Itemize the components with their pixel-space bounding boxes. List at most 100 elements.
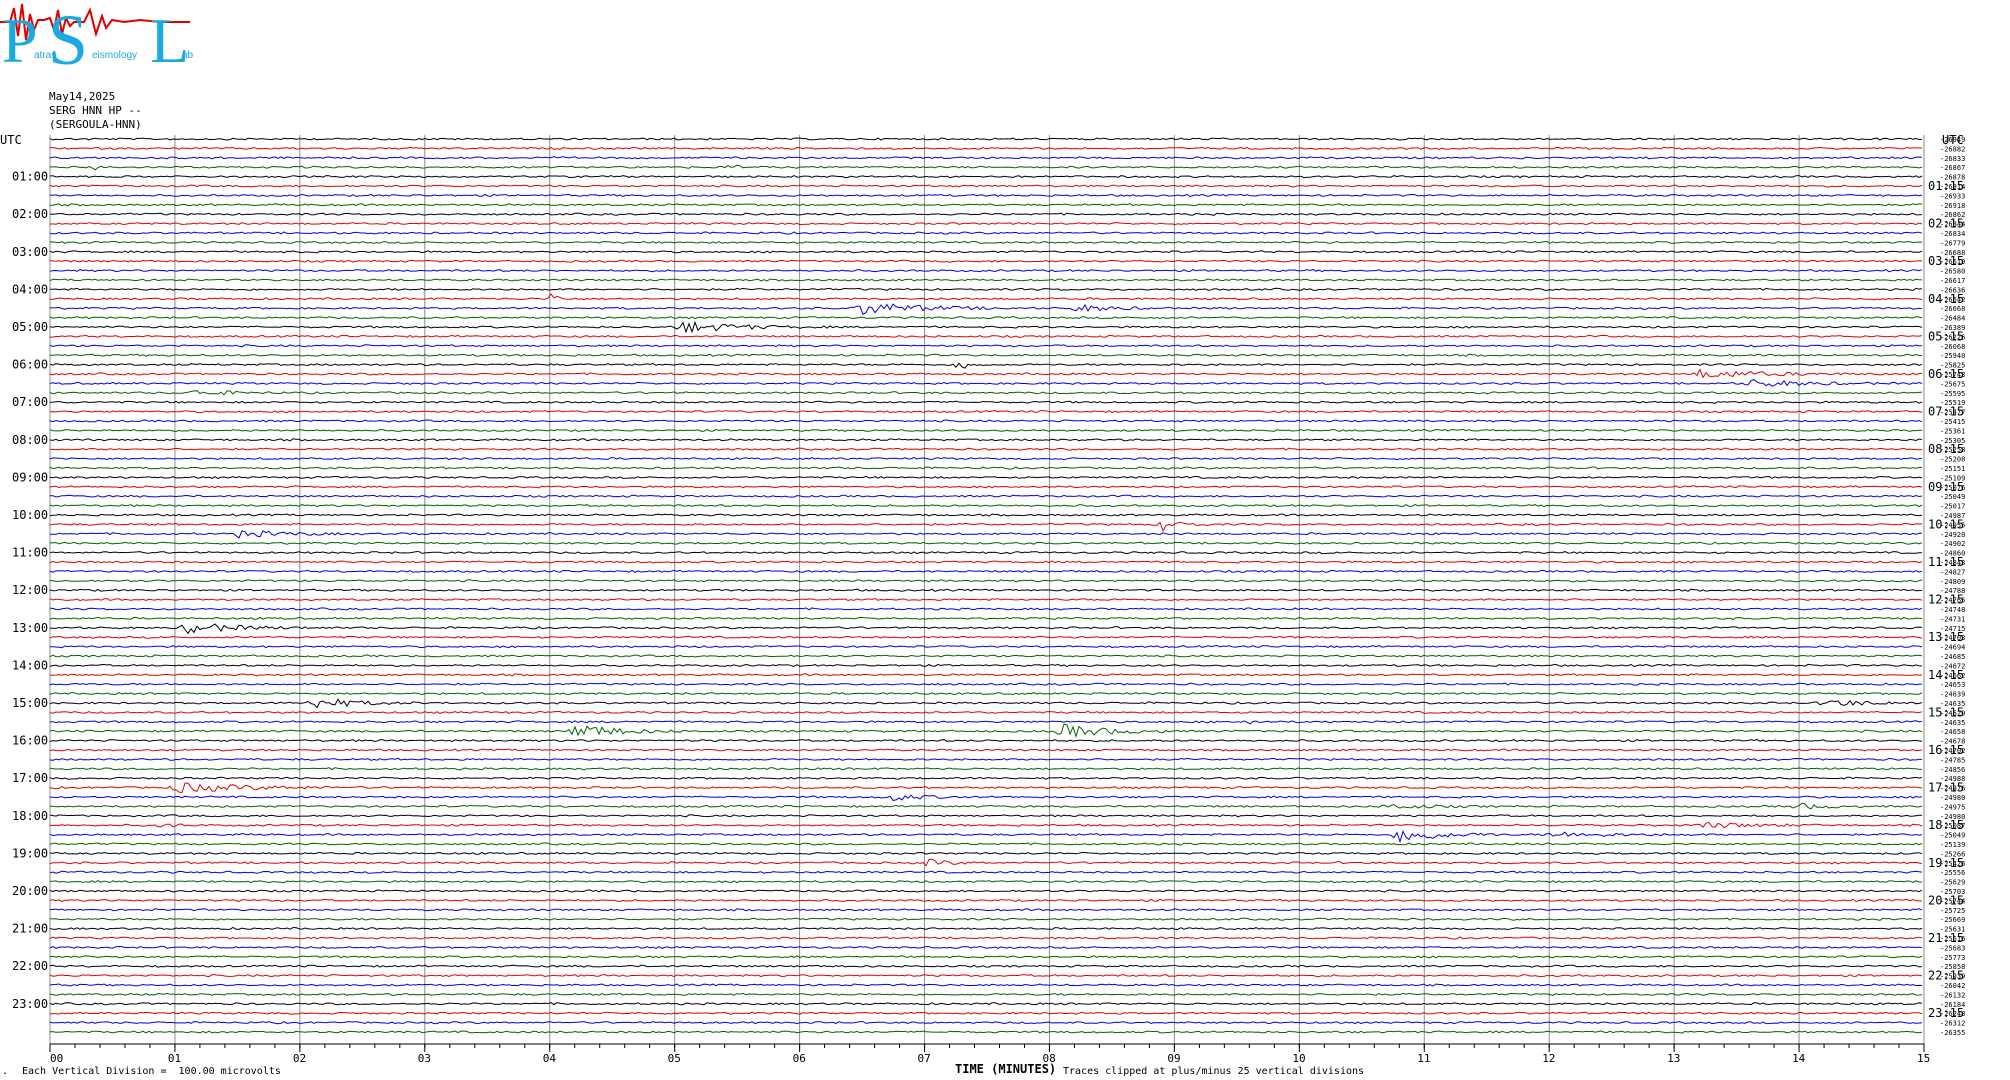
x-tick-label: 10 bbox=[1292, 1052, 1305, 1065]
trace-row bbox=[49, 485, 1923, 489]
trace-row bbox=[49, 992, 1923, 996]
row-offset-label: -24975 bbox=[1940, 803, 1965, 811]
trace-row bbox=[49, 710, 1923, 714]
trace-row bbox=[49, 964, 1923, 968]
row-offset-label: -24731 bbox=[1940, 615, 1965, 623]
trace-row bbox=[49, 814, 1923, 818]
trace-row bbox=[50, 494, 1923, 498]
row-offset-label: -26668 bbox=[1940, 305, 1965, 313]
row-offset-label: -24635 bbox=[1940, 719, 1965, 727]
left-hour-label: 04:00 bbox=[12, 282, 48, 296]
trace-row bbox=[50, 353, 1923, 357]
trace-row bbox=[49, 889, 1923, 893]
trace-row bbox=[50, 879, 1923, 884]
trace-row bbox=[49, 316, 1923, 320]
trace-row bbox=[49, 457, 1923, 461]
clip-note: Traces clipped at plus/minus 25 vertical… bbox=[1063, 1066, 1365, 1077]
trace-row bbox=[49, 240, 1923, 244]
trace-row bbox=[49, 390, 1923, 396]
right-hour-label: 19:15 bbox=[1928, 856, 1964, 870]
trace-row bbox=[49, 579, 1923, 583]
left-hour-label: 22:00 bbox=[12, 959, 48, 973]
row-offset-label: -25669 bbox=[1940, 916, 1965, 924]
scale-mark: . bbox=[2, 1066, 9, 1077]
row-offset-label: -26068 bbox=[1940, 343, 1965, 351]
row-offset-label: -26312 bbox=[1940, 1020, 1965, 1028]
row-offset-label: -26484 bbox=[1940, 315, 1965, 323]
trace-row bbox=[49, 623, 1923, 635]
trace-layer bbox=[49, 137, 1923, 1034]
trace-row bbox=[49, 231, 1923, 235]
trace-row bbox=[49, 222, 1923, 226]
trace-row bbox=[49, 428, 1922, 433]
trace-row bbox=[49, 955, 1923, 959]
trace-row bbox=[49, 1030, 1923, 1034]
row-offset-label: -26833 bbox=[1940, 155, 1965, 163]
trace-row bbox=[49, 748, 1923, 752]
trace-row bbox=[49, 475, 1923, 479]
trace-row bbox=[49, 447, 1923, 451]
trace-row bbox=[49, 692, 1923, 696]
row-offset-label: -24920 bbox=[1940, 531, 1965, 539]
row-offset-label: -24809 bbox=[1940, 578, 1965, 586]
trace-row bbox=[49, 983, 1923, 987]
right-hour-label: 02:15 bbox=[1928, 217, 1964, 231]
trace-row bbox=[49, 400, 1923, 404]
row-offset-label: -25049 bbox=[1940, 493, 1965, 501]
trace-row bbox=[49, 588, 1923, 592]
trace-row bbox=[49, 698, 1923, 709]
left-hour-label: 13:00 bbox=[12, 621, 48, 635]
right-axis-label: UTC bbox=[1942, 133, 1964, 147]
row-offset-label: -25675 bbox=[1940, 380, 1965, 388]
grid-layer bbox=[49, 135, 1925, 1052]
row-offset-label: -26355 bbox=[1940, 1029, 1965, 1037]
x-tick-label: 00 bbox=[50, 1052, 63, 1065]
row-offset-label: -25415 bbox=[1940, 418, 1965, 426]
right-hour-label: 23:15 bbox=[1928, 1006, 1964, 1020]
trace-row bbox=[49, 654, 1923, 658]
trace-row bbox=[49, 212, 1923, 216]
trace-row bbox=[49, 513, 1923, 517]
row-offset-label: -25017 bbox=[1940, 503, 1965, 511]
trace-row bbox=[49, 303, 1923, 316]
row-offset-label: -26834 bbox=[1940, 230, 1965, 238]
trace-row bbox=[49, 974, 1923, 978]
x-tick-label: 05 bbox=[668, 1052, 681, 1065]
left-hour-label: 06:00 bbox=[12, 358, 48, 372]
trace-row bbox=[49, 438, 1923, 442]
right-hour-label: 04:15 bbox=[1928, 292, 1964, 306]
x-tick-label: 07 bbox=[918, 1052, 931, 1065]
trace-row bbox=[49, 551, 1923, 555]
row-offset-label: -24685 bbox=[1940, 653, 1965, 661]
trace-row bbox=[49, 362, 1923, 369]
x-tick-label: 14 bbox=[1792, 1052, 1806, 1065]
row-offset-label: -24658 bbox=[1940, 728, 1965, 736]
trace-row bbox=[49, 368, 1923, 379]
trace-row bbox=[49, 344, 1923, 348]
x-tick-label: 13 bbox=[1667, 1052, 1680, 1065]
trace-row bbox=[49, 320, 1923, 334]
trace-row bbox=[49, 466, 1922, 470]
trace-row bbox=[49, 851, 1923, 855]
left-hour-label: 08:00 bbox=[12, 433, 48, 447]
row-offset-label: -25940 bbox=[1940, 352, 1965, 360]
right-hour-label: 21:15 bbox=[1928, 931, 1964, 945]
left-hour-label: 17:00 bbox=[12, 771, 48, 785]
row-offset-label: -25361 bbox=[1940, 427, 1965, 435]
row-offset-label: -24902 bbox=[1940, 540, 1965, 548]
right-hour-label: 17:15 bbox=[1928, 781, 1964, 795]
trace-row bbox=[49, 616, 1923, 620]
trace-row bbox=[49, 682, 1922, 686]
row-offset-label: -26867 bbox=[1940, 164, 1965, 172]
left-hour-label: 14:00 bbox=[12, 658, 48, 672]
x-tick-label: 12 bbox=[1542, 1052, 1555, 1065]
row-offset-label: -25683 bbox=[1940, 944, 1965, 952]
right-hour-label: 05:15 bbox=[1928, 329, 1964, 343]
trace-row bbox=[49, 739, 1923, 743]
trace-row bbox=[49, 870, 1923, 874]
row-offset-label: -26132 bbox=[1940, 991, 1965, 999]
row-offset-label: -25139 bbox=[1940, 841, 1965, 849]
right-hour-label: 12:15 bbox=[1928, 593, 1964, 607]
row-offset-label: -24694 bbox=[1940, 644, 1965, 652]
row-offset-label: -26580 bbox=[1940, 268, 1965, 276]
